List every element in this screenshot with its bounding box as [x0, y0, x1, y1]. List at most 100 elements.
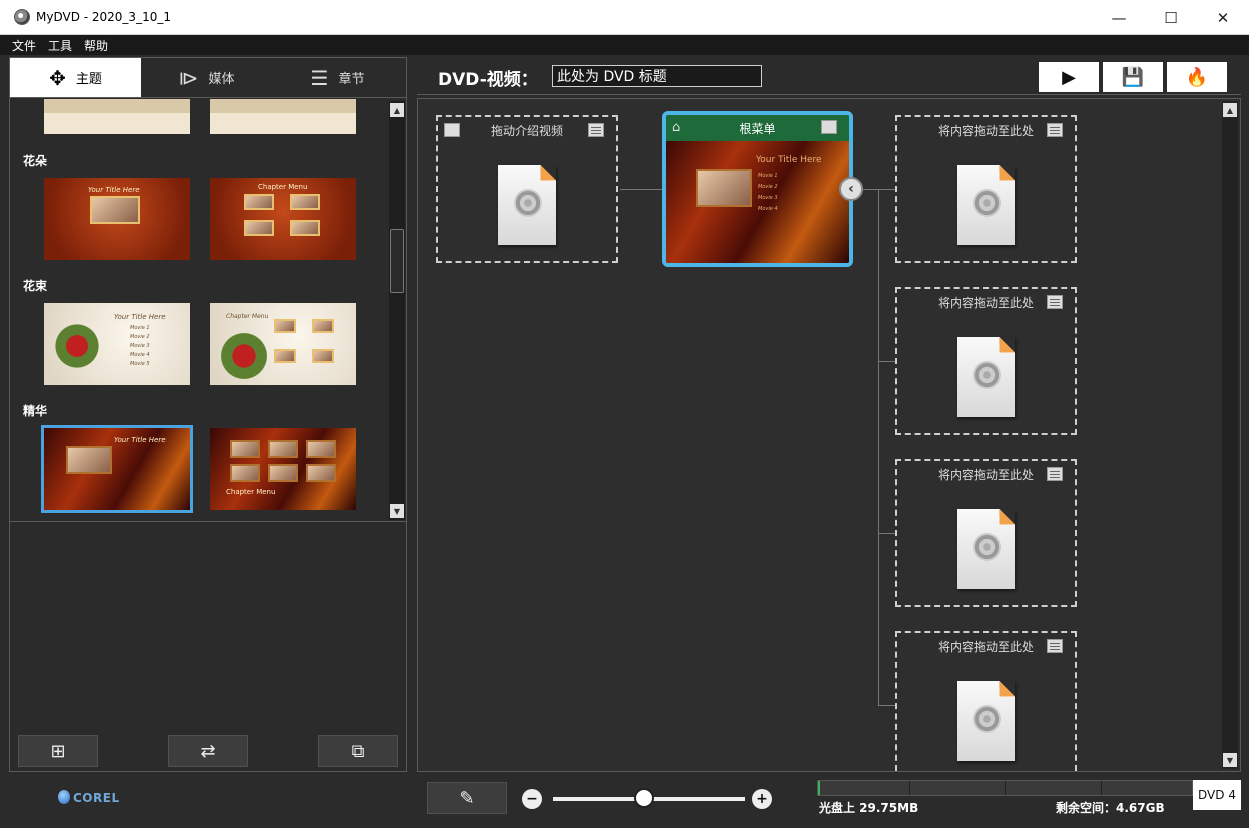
home-icon: ⌂ [672, 120, 681, 135]
scroll-down-icon[interactable]: ▼ [390, 504, 404, 518]
thumb-bouquet-image [52, 321, 102, 371]
duplicate-menu-button[interactable]: ⧉ [318, 735, 398, 767]
intro-video-slot[interactable]: 拖动介绍视频 [436, 115, 618, 263]
collapse-button[interactable]: ‹ [839, 177, 863, 201]
tab-theme-label: 主题 [75, 72, 102, 87]
tab-chapter[interactable]: ☰ 章节 [272, 58, 403, 97]
scroll-up-icon[interactable]: ▲ [1223, 103, 1237, 117]
theme-thumb-essence-chapter[interactable]: Chapter Menu [210, 428, 356, 510]
thumb-movie-text: Movie 5 [130, 361, 150, 367]
theme-icon: ✥ [49, 65, 66, 90]
thumb-chapter-text: Chapter Menu [258, 183, 308, 191]
save-icon: 💾 [1121, 66, 1145, 88]
thumb-title-text: Your Title Here [114, 313, 166, 321]
thumb-bouquet-image [216, 331, 272, 381]
thumb-movie-text: Movie 2 [130, 334, 150, 340]
theme-thumb-bouquet-main[interactable]: Your Title Here Movie 1 Movie 2 Movie 3 … [44, 303, 190, 385]
copy-icon: ⧉ [351, 740, 365, 762]
root-movie-text: Movie 2 [758, 184, 778, 190]
play-icon: ▶ [1062, 66, 1076, 88]
menu-file[interactable]: 文件 [12, 37, 36, 54]
menu-tools[interactable]: 工具 [48, 37, 72, 54]
media-icon: ⧐ [178, 65, 199, 90]
window-title: MyDVD - 2020_3_10_1 [36, 10, 171, 24]
add-menu-button[interactable]: ⊞ [18, 735, 98, 767]
thumb-photo [244, 220, 274, 236]
thumb-movie-text: Movie 3 [130, 343, 150, 349]
drop-slot[interactable]: 将内容拖动至此处 [895, 459, 1077, 607]
edit-properties-button[interactable]: ✎ [427, 782, 507, 814]
film-reel-icon [973, 361, 1001, 389]
menu-help[interactable]: 帮助 [84, 37, 108, 54]
root-menu-node[interactable]: ⌂ 根菜单 Your Title Here Movie 1 Movie 2 Mo… [662, 111, 853, 267]
video-file-icon [957, 337, 1015, 417]
theme-thumb-flowers-chapter[interactable]: Chapter Menu [210, 178, 356, 260]
scroll-down-icon[interactable]: ▼ [1223, 753, 1237, 767]
preview-button[interactable]: ▶ [1039, 62, 1099, 92]
disc-used-text: 光盘上 29.75MB [819, 801, 919, 815]
thumb-title-text: Your Title Here [114, 436, 166, 444]
dvd-title-input[interactable] [552, 65, 762, 87]
theme-thumb-bouquet-chapter[interactable]: Chapter Menu [210, 303, 356, 385]
zoom-in-button[interactable]: + [752, 789, 772, 809]
theme-thumb-flowers-main[interactable]: Your Title Here [44, 178, 190, 260]
minimize-button[interactable]: — [1093, 0, 1145, 35]
menu-list-icon[interactable] [821, 120, 837, 134]
film-reel-icon [973, 189, 1001, 217]
disc-type-select[interactable]: DVD 4 [1193, 780, 1241, 810]
tab-media[interactable]: ⧐ 媒体 [141, 58, 272, 97]
disc-free-text: 剩余空间：4.67GB [1056, 801, 1165, 815]
menu-list-icon[interactable] [1047, 467, 1063, 481]
root-movie-text: Movie 3 [758, 195, 778, 201]
add-menu-icon: ⊞ [50, 740, 66, 762]
thumb-photo [290, 220, 320, 236]
save-button[interactable]: 💾 [1103, 62, 1163, 92]
menu-list-icon[interactable] [588, 123, 604, 137]
project-type-label: DVD-视频： [438, 70, 538, 90]
theme-thumb-essence-main[interactable]: Your Title Here [41, 425, 193, 513]
root-menu-label: 根菜单 [739, 121, 776, 136]
app-icon [14, 9, 30, 25]
edit-icon: ✎ [459, 787, 475, 809]
thumb-photo [306, 440, 336, 458]
theme-thumb-beach-1[interactable] [44, 99, 190, 134]
film-reel-icon [514, 189, 542, 217]
menu-list-icon[interactable] [1047, 295, 1063, 309]
chevron-left-icon: ‹ [848, 181, 854, 197]
close-button[interactable]: ✕ [1197, 0, 1249, 35]
menu-bar: 文件 工具 帮助 [0, 35, 1249, 55]
zoom-out-button[interactable]: − [522, 789, 542, 809]
disc-usage-bar [817, 780, 1193, 796]
video-file-icon [957, 509, 1015, 589]
menu-list-icon[interactable] [1047, 639, 1063, 653]
status-bar: COREL ✎ − + 光盘上 29.75MB 剩余空间：4.67GB DVD … [0, 774, 1249, 828]
tab-media-label: 媒体 [208, 72, 235, 87]
drop-slot[interactable]: 将内容拖动至此处 [895, 631, 1077, 771]
root-movie-text: Movie 4 [758, 206, 778, 212]
video-file-icon [498, 165, 556, 245]
drop-slot[interactable]: 将内容拖动至此处 [895, 287, 1077, 435]
disc-bar-divider [909, 781, 910, 795]
scroll-thumb[interactable] [390, 229, 404, 293]
tab-theme[interactable]: ✥ 主题 [10, 58, 141, 97]
thumb-chapter-text: Chapter Menu [226, 313, 269, 320]
canvas-scrollbar[interactable]: ▲ ▼ [1222, 101, 1238, 769]
thumb-photo [244, 194, 274, 210]
theme-thumb-beach-2[interactable] [210, 99, 356, 134]
drop-slot[interactable]: 将内容拖动至此处 [895, 115, 1077, 263]
burn-button[interactable]: 🔥 [1167, 62, 1227, 92]
thumb-photo [90, 196, 140, 224]
replace-menu-button[interactable]: ⇄ [168, 735, 248, 767]
group-label-essence: 精华 [23, 404, 48, 418]
menu-list-icon[interactable] [1047, 123, 1063, 137]
scroll-up-icon[interactable]: ▲ [390, 103, 404, 117]
film-reel-icon [973, 533, 1001, 561]
connector-line [878, 533, 895, 534]
zoom-slider-handle[interactable] [634, 788, 654, 808]
theme-list-scrollbar[interactable]: ▲ ▼ [389, 101, 405, 520]
theme-list: 花朵 Your Title Here Chapter Menu 花束 Your … [10, 99, 390, 521]
group-label-flowers: 花朵 [23, 154, 48, 168]
connector-line [878, 361, 895, 362]
maximize-button[interactable]: ☐ [1145, 0, 1197, 35]
thumb-photo [696, 169, 752, 207]
